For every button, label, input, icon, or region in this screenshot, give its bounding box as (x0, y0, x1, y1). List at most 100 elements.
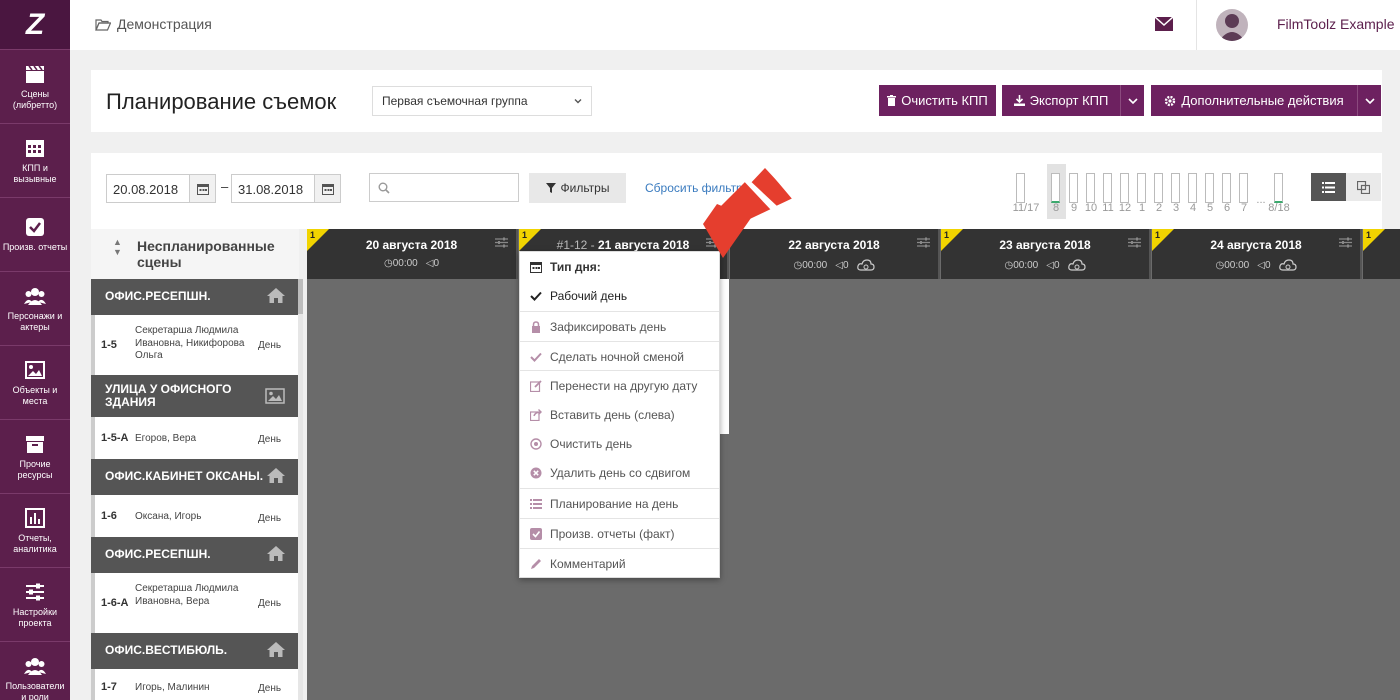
scene-row[interactable]: 1-6-А Секретарша Людмила Ивановна, Вера … (91, 573, 299, 633)
clear-kpp-button[interactable]: Очистить КПП (879, 85, 996, 116)
location-label: ОФИС.ВЕСТИБЮЛЬ. (105, 643, 228, 657)
sidebar-item-objects[interactable]: Объекты и места (0, 346, 70, 420)
sidebar-item-settings[interactable]: Настройки проекта (0, 568, 70, 642)
sort-icon[interactable]: ▲ ▼ (113, 237, 122, 257)
day-time-value: 00:00 (802, 259, 828, 271)
month-bar[interactable] (1239, 173, 1248, 203)
menu-item-lock-day[interactable]: Зафиксировать день (520, 311, 719, 341)
menu-item-day-planning[interactable]: Планирование на день (520, 488, 719, 518)
menu-item-insert-day[interactable]: Вставить день (слева) (520, 400, 719, 430)
scene-row[interactable]: 1-7 Игорь, Малинин День (91, 669, 299, 700)
month-label: 6 (1223, 202, 1231, 214)
weather-icon[interactable] (856, 258, 875, 272)
weather-icon[interactable] (1278, 258, 1297, 272)
sidebar-item-reports[interactable]: Произв. отчеты (0, 198, 70, 272)
scene-row[interactable]: 1-5-А Егоров, Вера День (91, 417, 299, 459)
clear-kpp-label: Очистить КПП (901, 93, 988, 108)
menu-item-clear-day[interactable]: Очистить день (520, 429, 719, 459)
location-header[interactable]: ОФИС.ВЕСТИБЮЛЬ. (91, 633, 299, 669)
menu-item-working-day[interactable]: Рабочий день (520, 281, 719, 311)
export-kpp-button[interactable]: Экспорт КПП (1002, 85, 1144, 116)
sliders-icon[interactable] (1339, 237, 1352, 248)
breadcrumb[interactable]: Демонстрация (95, 16, 212, 32)
list-view-button[interactable] (1311, 173, 1346, 201)
user-silhouette-icon (1219, 14, 1245, 41)
menu-item-comment[interactable]: Комментарий (520, 548, 719, 578)
location-header[interactable]: ОФИС.РЕСЕПШН. (91, 537, 299, 573)
day-column-header[interactable]: 1 24 августа 2018 ◷00:00 ◁0 (1152, 229, 1362, 279)
scene-cast: Игорь, Малинин (135, 682, 210, 693)
crew-group-select[interactable]: Первая съемочная группа (372, 86, 592, 116)
scene-row[interactable]: 1-5 Секретарша Людмила Ивановна, Никифор… (91, 315, 299, 375)
month-label: 1 (1138, 202, 1146, 214)
envelope-icon[interactable] (1155, 17, 1173, 31)
date-to-calendar[interactable] (314, 175, 340, 202)
sidebar-item-resources[interactable]: Прочие ресурсы (0, 420, 70, 494)
month-bar[interactable] (1086, 173, 1095, 203)
month-bar[interactable] (1069, 173, 1078, 203)
day-date: 23 августа 2018 (999, 238, 1091, 252)
sliders-icon[interactable] (917, 237, 930, 248)
username[interactable]: FilmToolz Example (1277, 16, 1394, 32)
date-to-input[interactable]: 31.08.2018 (231, 174, 341, 203)
sidebar-item-kpp[interactable]: КПП и вызывные (0, 124, 70, 198)
weather-icon[interactable] (1067, 258, 1086, 272)
scene-row[interactable]: 1-6 Оксана, Игорь День (91, 495, 299, 537)
date-from-input[interactable]: 20.08.2018 (106, 174, 216, 203)
sliders-icon[interactable] (495, 237, 508, 248)
menu-item-label: Планирование на день (550, 496, 679, 511)
sidebar-item-label: Объекты и места (12, 385, 58, 406)
sidebar-item-users[interactable]: Пользователи и роли (0, 642, 70, 700)
day-badge-count: 1 (1366, 230, 1372, 240)
month-bar[interactable] (1103, 173, 1112, 203)
more-actions-button[interactable]: Дополнительные действия (1151, 85, 1381, 116)
month-overview-chart[interactable]: 11/17 8 9 10 11 12 1 2 3 4 5 6 7 ... 8/1… (1011, 164, 1291, 220)
sidebar-item-analytics[interactable]: Отчеты, аналитика (0, 494, 70, 568)
date-from-calendar[interactable] (189, 175, 215, 202)
sidebar-item-scenes[interactable]: Сцены (либретто) (0, 50, 70, 124)
menu-item-night-shift[interactable]: Сделать ночной сменой (520, 341, 719, 371)
day-column-header[interactable]: 1 20 августа 2018 ◷00:00 ◁0 (307, 229, 518, 279)
month-bar[interactable] (1051, 173, 1060, 203)
menu-item-production-reports[interactable]: Произв. отчеты (факт) (520, 518, 719, 548)
more-actions-label: Дополнительные действия (1181, 93, 1344, 108)
location-label: УЛИЦА У ОФИСНОГО ЗДАНИЯ (105, 382, 232, 409)
month-bar[interactable] (1205, 173, 1214, 203)
month-bar[interactable] (1274, 173, 1283, 203)
day-count: ◁0 (1257, 260, 1270, 271)
scrollbar-thumb[interactable] (298, 279, 303, 314)
month-bar[interactable] (1120, 173, 1129, 203)
app-logo[interactable]: Z (0, 0, 70, 50)
avatar[interactable] (1216, 9, 1248, 41)
filters-button[interactable]: Фильтры (529, 173, 626, 203)
sliders-icon[interactable] (1128, 237, 1141, 248)
day-time: ◷00:00 (384, 258, 418, 269)
share-icon (530, 409, 542, 421)
menu-item-delete-day-shift[interactable]: Удалить день со сдвигом (520, 458, 719, 488)
location-header[interactable]: УЛИЦА У ОФИСНОГО ЗДАНИЯ (91, 375, 299, 417)
day-column-header[interactable]: 1 23 августа 2018 ◷00:00 ◁0 (941, 229, 1151, 279)
day-column-header[interactable]: 1 (1363, 229, 1400, 279)
month-bar[interactable] (1137, 173, 1146, 203)
more-actions-dropdown[interactable] (1357, 85, 1381, 116)
location-header[interactable]: ОФИС.РЕСЕПШН. (91, 279, 299, 315)
tiles-view-button[interactable] (1346, 173, 1381, 201)
menu-item-move-date[interactable]: Перенести на другую дату (520, 370, 719, 400)
sidebar-item-label: Произв. отчеты (2, 242, 68, 253)
month-bar[interactable] (1188, 173, 1197, 203)
month-label: 11 (1102, 202, 1114, 214)
unplanned-scrollbar[interactable] (298, 279, 303, 700)
month-bar[interactable] (1154, 173, 1163, 203)
export-kpp-dropdown[interactable] (1120, 85, 1144, 116)
menu-header-label: Тип дня: (550, 260, 601, 274)
month-bar[interactable] (1171, 173, 1180, 203)
location-header[interactable]: ОФИС.КАБИНЕТ ОКСАНЫ. (91, 459, 299, 495)
menu-item-label: Сделать ночной сменой (550, 349, 684, 364)
chevron-down-icon (1364, 97, 1375, 104)
sidebar-item-characters[interactable]: Персонажи и актеры (0, 272, 70, 346)
month-bar[interactable] (1222, 173, 1231, 203)
sidebar-item-label: Пользователи и роли (5, 681, 65, 700)
users-icon (24, 658, 46, 676)
search-input[interactable] (369, 173, 519, 202)
month-bar[interactable] (1016, 173, 1025, 203)
